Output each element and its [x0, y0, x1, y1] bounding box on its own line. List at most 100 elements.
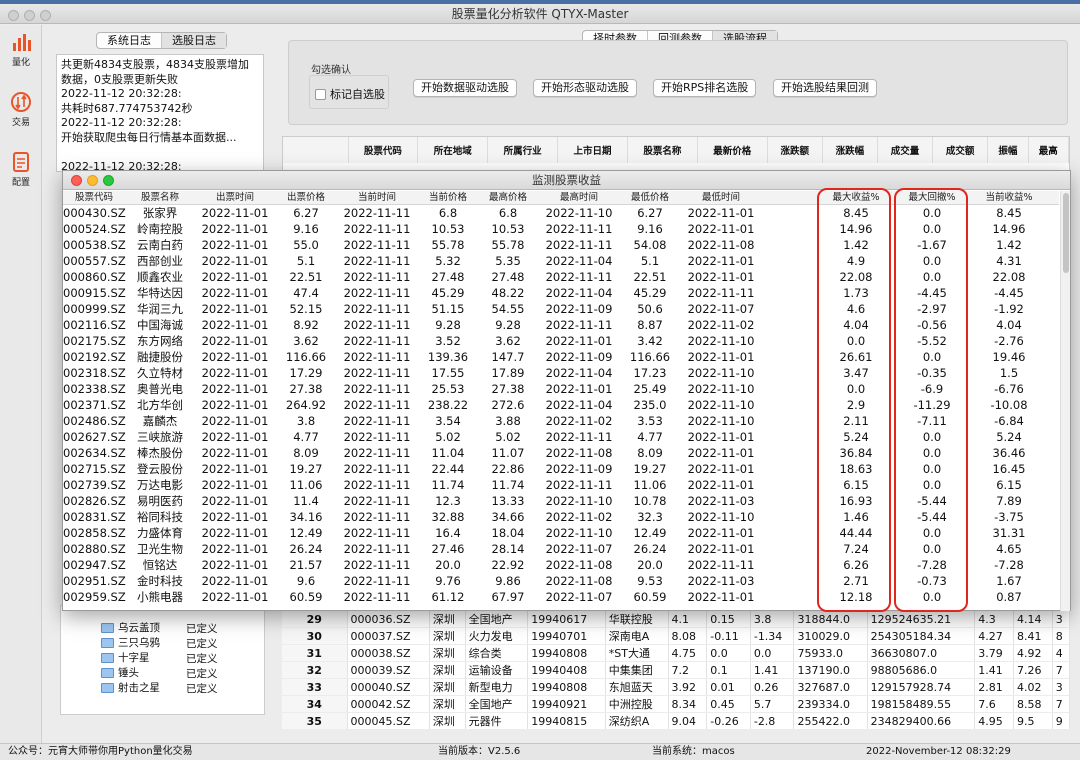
popup-cell-high-price: 5.35: [495, 254, 521, 268]
tree-item[interactable]: 乌云盖顶: [101, 621, 160, 635]
col-amount[interactable]: 成交额: [932, 137, 989, 163]
popup-zoom-dot[interactable]: [103, 175, 114, 186]
popup-header-code[interactable]: 股票代码: [63, 191, 125, 205]
popup-cell-code: 000524.SZ: [63, 222, 126, 236]
checkbox-box[interactable]: [315, 88, 326, 100]
stock-table-row[interactable]: 35 000045.SZ 深圳 元器件 19940815 深纺织A 9.04 -0.26 -2.…: [282, 712, 1071, 730]
stock-table-cell: 9.5: [1013, 712, 1053, 730]
tab-system-log[interactable]: 系统日志: [97, 33, 162, 48]
popup-cell-low-price: 22.51: [633, 270, 667, 284]
col-region[interactable]: 所在地域: [417, 137, 489, 163]
zoom-dot[interactable]: [40, 10, 51, 21]
popup-header-high-time[interactable]: 最高时间: [539, 191, 619, 205]
stock-table-cell: 7.26: [1013, 661, 1053, 679]
popup-cell-code: 002634.SZ: [63, 446, 126, 460]
left-toolbar: 量化 交易 配置: [0, 25, 42, 743]
tree-item[interactable]: 三只乌鸦: [101, 636, 160, 650]
col-industry[interactable]: 所属行业: [487, 137, 559, 163]
popup-cell-high-time: 2022-11-10: [545, 494, 613, 508]
popup-header-name[interactable]: 股票名称: [127, 191, 193, 205]
stock-table-cell: 9: [1052, 712, 1071, 730]
popup-cell-high-time: 2022-11-11: [545, 238, 613, 252]
stock-table-cell: 全国地产: [465, 695, 529, 713]
popup-cell-high-price: 28.14: [491, 542, 525, 556]
tree-item[interactable]: 射击之星: [101, 681, 160, 695]
popup-cell-cur-price: 3.54: [435, 414, 461, 428]
stock-table-row[interactable]: 31 000038.SZ 深圳 综合类 19940808 *ST大通 4.75 0.0 0.0 7…: [282, 644, 1071, 662]
popup-header-cur-time[interactable]: 当前时间: [337, 191, 417, 205]
popup-cell-out-time: 2022-11-01: [201, 206, 269, 220]
stock-table-row[interactable]: 29 000036.SZ 深圳 全国地产 19940617 华联控股 4.1 0.15 3.8 3…: [282, 611, 1071, 628]
data-driven-select-button[interactable]: 开始数据驱动选股: [413, 79, 517, 97]
col-change[interactable]: 涨跌额: [767, 137, 823, 163]
stock-table-cell: 深圳: [429, 661, 466, 679]
stock-table-cell: 0.15: [706, 611, 751, 628]
col-amplitude[interactable]: 振幅: [987, 137, 1029, 163]
stock-table-cell: 4.02: [1013, 678, 1053, 696]
toolbar-quant[interactable]: 量化: [0, 31, 42, 68]
popup-cell-code: 002486.SZ: [63, 414, 126, 428]
close-dot[interactable]: [8, 10, 19, 21]
log-textarea[interactable]: 共更新4834支股票，4834支股票增加数据，0支股票更新失败 2022-11-…: [56, 54, 264, 172]
popup-cell-out-price: 3.8: [296, 414, 316, 428]
stock-table-cell: -0.26: [706, 712, 751, 730]
popup-cell-cur-price: 51.15: [431, 302, 465, 316]
popup-scroll-thumb[interactable]: [1063, 193, 1069, 273]
popup-scrollbar[interactable]: [1060, 191, 1070, 611]
stock-table-cell: 3.92: [668, 678, 708, 696]
popup-cell-low-time: 2022-11-01: [687, 350, 755, 364]
popup-cell-low-time: 2022-11-01: [687, 430, 755, 444]
col-high[interactable]: 最高: [1028, 137, 1070, 163]
popup-header-cur-return[interactable]: 当前收益%: [971, 191, 1047, 205]
popup-cell-out-price: 11.4: [293, 494, 319, 508]
popup-cell-code: 000999.SZ: [63, 302, 126, 316]
popup-cell-out-price: 60.59: [289, 590, 323, 604]
stock-table-cell: 0.1: [706, 661, 751, 679]
popup-cell-low-price: 26.24: [633, 542, 667, 556]
col-code[interactable]: 股票代码: [348, 137, 419, 163]
stock-table-row[interactable]: 33 000040.SZ 深圳 新型电力 19940808 东旭蓝天 3.92 0.01 0.2…: [282, 678, 1071, 696]
popup-cell-low-price: 9.53: [637, 574, 663, 588]
col-price[interactable]: 最新价格: [697, 137, 768, 163]
popup-header-out-time[interactable]: 出票时间: [195, 191, 275, 205]
rps-rank-select-button[interactable]: 开始RPS排名选股: [653, 79, 757, 97]
popup-cell-high-time: 2022-11-07: [545, 542, 613, 556]
popup-cell-out-price: 9.6: [296, 574, 316, 588]
popup-header-high-price[interactable]: 最高价格: [479, 191, 537, 205]
tab-stock-log[interactable]: 选股日志: [162, 33, 226, 48]
popup-cell-cur-price: 61.12: [431, 590, 465, 604]
popup-cell-high-price: 3.88: [495, 414, 521, 428]
popup-header-low-price[interactable]: 最低价格: [621, 191, 679, 205]
minimize-dot[interactable]: [24, 10, 35, 21]
stock-table-row[interactable]: 30 000037.SZ 深圳 火力发电 19940701 深南电A 8.08 -0.11 -1…: [282, 627, 1071, 645]
stock-table-row[interactable]: 32 000039.SZ 深圳 运输设备 19940408 中集集团 7.2 0.1 1.41 1…: [282, 661, 1071, 679]
col-volume[interactable]: 成交量: [877, 137, 934, 163]
backtest-results-button[interactable]: 开始选股结果回测: [773, 79, 877, 97]
tree-item[interactable]: 锤头: [101, 666, 139, 680]
popup-header-cur-price[interactable]: 当前价格: [419, 191, 477, 205]
row-index: 35: [282, 712, 348, 730]
tree-item[interactable]: 十字星: [101, 651, 150, 665]
toolbar-trade[interactable]: 交易: [0, 91, 42, 128]
stock-table-cell: 19940921: [527, 695, 606, 713]
popup-cell-cur-price: 45.29: [431, 286, 465, 300]
popup-cell-out-time: 2022-11-01: [201, 430, 269, 444]
stock-table-cell: 19940808: [527, 644, 606, 662]
popup-cell-cur-return: -7.28: [994, 558, 1024, 572]
popup-cell-high-price: 67.97: [491, 590, 525, 604]
popup-header-low-time[interactable]: 最低时间: [681, 191, 761, 205]
popup-minimize-dot[interactable]: [87, 175, 98, 186]
popup-cell-out-price: 22.51: [289, 270, 323, 284]
popup-close-dot[interactable]: [71, 175, 82, 186]
pattern-driven-select-button[interactable]: 开始形态驱动选股: [533, 79, 637, 97]
mark-watchlist-checkbox[interactable]: 标记自选股: [315, 86, 385, 102]
col-name[interactable]: 股票名称: [627, 137, 698, 163]
stock-table-row[interactable]: 34 000042.SZ 深圳 全国地产 19940921 中洲控股 8.34 0.45 5.7…: [282, 695, 1071, 713]
col-change-pct[interactable]: 涨跌幅: [822, 137, 878, 163]
popup-cell-name: 万达电影: [137, 478, 183, 492]
popup-header-out-price[interactable]: 出票价格: [277, 191, 335, 205]
popup-cell-cur-time: 2022-11-11: [343, 398, 411, 412]
col-list-date[interactable]: 上市日期: [557, 137, 628, 163]
toolbar-config[interactable]: 配置: [0, 151, 42, 188]
popup-cell-low-price: 19.27: [633, 462, 667, 476]
